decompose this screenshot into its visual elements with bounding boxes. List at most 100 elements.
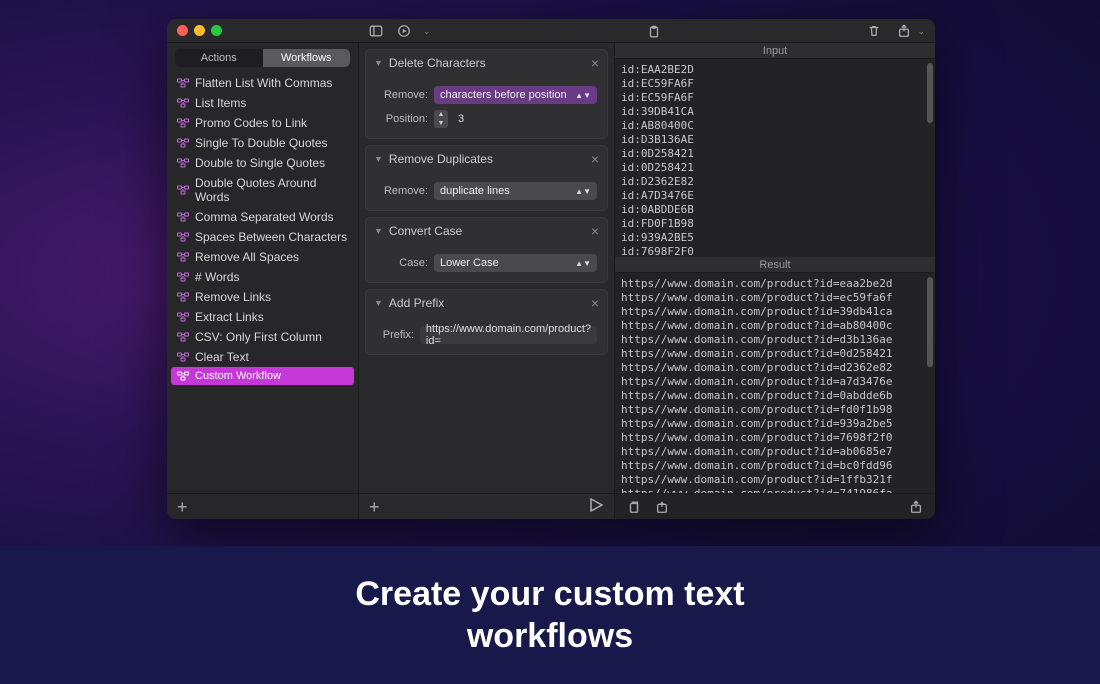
workflow-steps-list: ▼ Delete Characters × Remove: characters bef… xyxy=(359,43,614,493)
minimize-window-button[interactable] xyxy=(194,25,205,36)
field-label: Prefix: xyxy=(376,329,414,341)
remove-step-button[interactable]: × xyxy=(591,295,599,311)
workflow-icon xyxy=(177,232,189,242)
disclosure-icon[interactable]: ▼ xyxy=(374,298,383,308)
result-scrollbar[interactable] xyxy=(927,277,933,367)
sidebar-item[interactable]: Clear Text xyxy=(167,347,358,367)
zoom-window-button[interactable] xyxy=(211,25,222,36)
share-result-button[interactable] xyxy=(907,498,925,516)
field-label: Position: xyxy=(376,113,428,125)
workflow-icon xyxy=(177,371,189,381)
step-title: Delete Characters xyxy=(389,56,486,70)
select-field[interactable]: Lower Case▲▼ xyxy=(434,254,597,272)
select-field[interactable]: duplicate lines▲▼ xyxy=(434,182,597,200)
sidebar-item-label: Double to Single Quotes xyxy=(195,156,325,170)
workflow-icon xyxy=(177,138,189,148)
sidebar-item[interactable]: Remove Links xyxy=(167,287,358,307)
sidebar-item-label: Clear Text xyxy=(195,350,249,364)
disclosure-icon[interactable]: ▼ xyxy=(374,226,383,236)
sidebar-item[interactable]: Custom Workflow xyxy=(171,367,354,385)
select-chevron-icon: ▲▼ xyxy=(575,187,591,196)
close-window-button[interactable] xyxy=(177,25,188,36)
share-button[interactable] xyxy=(895,22,913,40)
sidebar-item[interactable]: CSV: Only First Column xyxy=(167,327,358,347)
workflow-icon xyxy=(177,272,189,282)
tab-actions[interactable]: Actions xyxy=(175,49,263,67)
sidebar: Actions Workflows Flatten List With Comm… xyxy=(167,43,359,519)
run-workflow-button[interactable] xyxy=(588,497,604,516)
copy-result-button[interactable] xyxy=(625,498,643,516)
sidebar-item[interactable]: Extract Links xyxy=(167,307,358,327)
workflow-icon xyxy=(177,212,189,222)
io-panel: Input id:EAA2BE2D id:EC59FA6F id:EC59FA6… xyxy=(615,43,935,519)
workflow-list: Flatten List With Commas List Items Promo … xyxy=(167,73,358,493)
sidebar-item-label: Custom Workflow xyxy=(195,370,281,382)
share-menu-chevron[interactable]: ⌄ xyxy=(917,26,925,37)
sidebar-item[interactable]: Promo Codes to Link xyxy=(167,113,358,133)
workflow-icon xyxy=(177,292,189,302)
input-scrollbar[interactable] xyxy=(927,63,933,123)
sidebar-item-label: Promo Codes to Link xyxy=(195,116,307,130)
stepper-control[interactable]: ▲▼ xyxy=(434,110,448,128)
step-title: Convert Case xyxy=(389,224,462,238)
workflow-icon xyxy=(177,352,189,362)
workflow-step-card: ▼ Add Prefix × Prefix: https://www.domain.co… xyxy=(365,289,608,355)
remove-step-button[interactable]: × xyxy=(591,223,599,239)
disclosure-icon[interactable]: ▼ xyxy=(374,154,383,164)
sidebar-item-label: Extract Links xyxy=(195,310,264,324)
workflow-icon xyxy=(177,158,189,168)
disclosure-icon[interactable]: ▼ xyxy=(374,58,383,68)
run-menu-chevron[interactable]: ⌄ xyxy=(423,26,431,37)
sidebar-tabs: Actions Workflows xyxy=(175,49,350,67)
result-textarea[interactable]: https//www.domain.com/product?id=eaa2be2… xyxy=(615,273,935,493)
trash-button[interactable] xyxy=(865,22,883,40)
select-field[interactable]: characters before position▲▼ xyxy=(434,86,597,104)
workflow-editor: ▼ Delete Characters × Remove: characters bef… xyxy=(359,43,615,519)
sidebar-item-label: Remove All Spaces xyxy=(195,250,299,264)
sidebar-item-label: CSV: Only First Column xyxy=(195,330,322,344)
workflow-icon xyxy=(177,185,189,195)
sidebar-item[interactable]: List Items xyxy=(167,93,358,113)
text-field[interactable]: https://www.domain.com/product?id= xyxy=(420,326,597,344)
marketing-headline: Create your custom text workflows xyxy=(355,573,744,658)
select-chevron-icon: ▲▼ xyxy=(575,259,591,268)
input-textarea[interactable]: id:EAA2BE2D id:EC59FA6F id:EC59FA6F id:3… xyxy=(615,59,935,257)
sidebar-item-label: List Items xyxy=(195,96,246,110)
run-button[interactable] xyxy=(395,22,413,40)
workflow-step-card: ▼Remove Duplicates×Remove:duplicate line… xyxy=(365,145,608,211)
sidebar-item[interactable]: # Words xyxy=(167,267,358,287)
sidebar-item-label: Spaces Between Characters xyxy=(195,230,347,244)
tab-workflows[interactable]: Workflows xyxy=(263,49,351,67)
field-label: Case: xyxy=(376,257,428,269)
remove-step-button[interactable]: × xyxy=(591,55,599,71)
marketing-banner: Create your custom text workflows xyxy=(0,546,1100,684)
field-label: Remove: xyxy=(376,185,428,197)
sidebar-item[interactable]: Spaces Between Characters xyxy=(167,227,358,247)
toggle-sidebar-button[interactable] xyxy=(367,22,385,40)
export-result-button[interactable] xyxy=(653,498,671,516)
sidebar-item[interactable]: Remove All Spaces xyxy=(167,247,358,267)
sidebar-item-label: Double Quotes Around Words xyxy=(195,176,348,204)
field-label: Remove: xyxy=(376,89,428,101)
step-title: Add Prefix xyxy=(389,296,444,310)
result-pane-header: Result xyxy=(615,257,935,273)
workflow-icon xyxy=(177,312,189,322)
clipboard-history-button[interactable] xyxy=(645,23,663,41)
workflow-step-card: ▼ Delete Characters × Remove: characters bef… xyxy=(365,49,608,139)
select-value: characters before position xyxy=(440,89,567,101)
workflow-icon xyxy=(177,78,189,88)
sidebar-item[interactable]: Flatten List With Commas xyxy=(167,73,358,93)
add-step-button[interactable]: + xyxy=(369,498,380,516)
sidebar-item[interactable]: Double to Single Quotes xyxy=(167,153,358,173)
sidebar-item-label: Single To Double Quotes xyxy=(195,136,328,150)
sidebar-item-label: Comma Separated Words xyxy=(195,210,334,224)
sidebar-item[interactable]: Double Quotes Around Words xyxy=(167,173,358,207)
remove-step-button[interactable]: × xyxy=(591,151,599,167)
input-pane-header: Input xyxy=(615,43,935,59)
workflow-step-card: ▼ Convert Case × Case: Lower Case▲▼ xyxy=(365,217,608,283)
titlebar: ⌄ ⌄ xyxy=(167,19,935,43)
sidebar-item[interactable]: Comma Separated Words xyxy=(167,207,358,227)
sidebar-item[interactable]: Single To Double Quotes xyxy=(167,133,358,153)
workflow-icon xyxy=(177,98,189,108)
add-workflow-button[interactable]: + xyxy=(177,498,188,516)
